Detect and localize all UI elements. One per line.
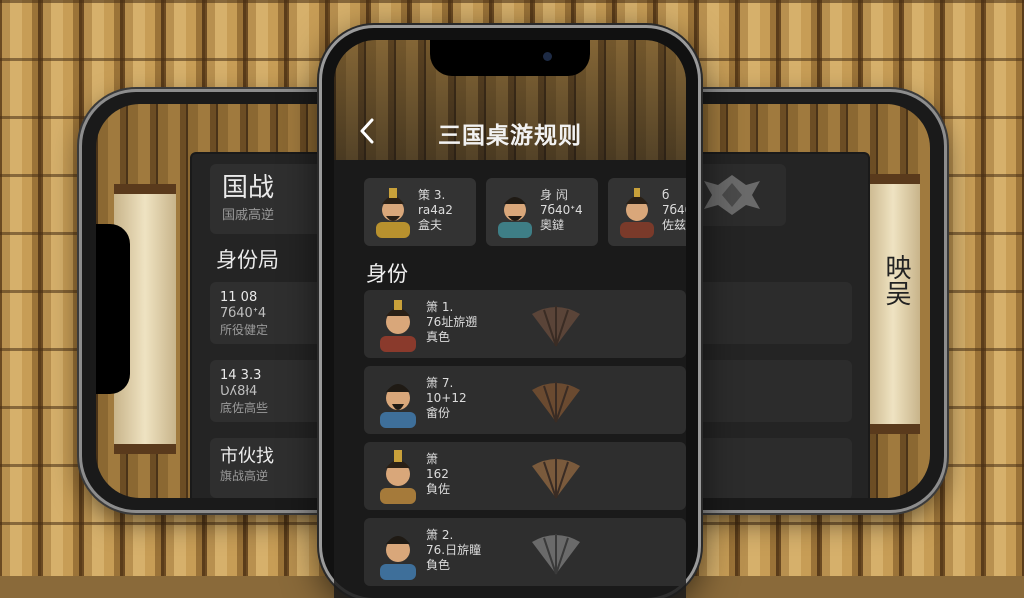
emblem-icon xyxy=(704,175,760,215)
role-row[interactable]: 箫 1. 76址旂遡 真色 xyxy=(364,290,686,358)
role-row[interactable]: 箫 162 負佐 xyxy=(364,442,686,510)
mode-line2: Ʋʎ8ł4 xyxy=(220,384,258,399)
right-scroll-decoration: 映吴 xyxy=(866,174,920,434)
general-text: 身 闶 7б40ᐩ4 奧鐽 xyxy=(540,188,583,233)
role-line1: 箫 xyxy=(426,452,439,466)
mode-card[interactable]: 14 3.3 Ʋʎ8ł4 底佐高些 xyxy=(210,360,338,422)
mode-line2: 7б40ᐩ4 xyxy=(220,306,267,321)
mode-subtitle: 国戚高逆 xyxy=(222,208,275,223)
general-line2: ra4a2 xyxy=(418,203,453,217)
role-avatar xyxy=(380,450,416,504)
mode-line1: 14 3.3 xyxy=(220,368,262,383)
general-text: б 7б40ᐩ4 佐兹 xyxy=(662,188,686,233)
mode-card[interactable]: 市伙找 旗战高逆 xyxy=(210,438,338,498)
role-avatar xyxy=(380,300,416,352)
general-avatar xyxy=(620,188,654,238)
general-line1: б xyxy=(662,188,670,202)
general-avatar xyxy=(498,197,532,238)
general-line3: 佐兹 xyxy=(662,218,686,232)
role-line2: 76.日旂瞳 xyxy=(426,543,482,557)
landscape-notch xyxy=(96,224,130,394)
role-line2: 10+12 xyxy=(426,391,467,405)
generals-row: 策 3. ra4a2 盒夫 身 闶 7б40ᐩ4 奧鐽 б 7б4 佐兹 xyxy=(364,178,686,248)
general-card[interactable]: 策 3. ra4a2 盒夫 xyxy=(364,178,476,246)
general-line3: 奧鐽 xyxy=(540,218,565,232)
general-card[interactable]: б 7б40ᐩ4 佐兹 xyxy=(608,178,686,246)
general-text: 策 3. ra4a2 盒夫 xyxy=(418,188,453,233)
fan-icon xyxy=(532,534,580,575)
fan-icon xyxy=(532,306,580,347)
role-text: 箫 7. 10+12 畲份 xyxy=(426,376,467,421)
scroll-text: 映吴 xyxy=(881,254,911,306)
role-line3: 負佐 xyxy=(426,482,451,496)
general-line2: 7б40ᐩ4 xyxy=(662,203,686,217)
portrait-phone: 三国桌游规则 策 3. ra4a2 盒夫 身 闶 7б40ᐩ4 奧鐽 б 7б4… xyxy=(322,28,698,598)
role-text: 箫 162 負佐 xyxy=(426,452,450,497)
portrait-screen: 三国桌游规则 策 3. ra4a2 盒夫 身 闶 7б40ᐩ4 奧鐽 б 7б4… xyxy=(334,40,686,598)
camera-dot xyxy=(543,52,552,61)
page-title: 三国桌游规则 xyxy=(438,123,582,149)
role-line1: 箫 2. xyxy=(426,528,454,542)
landscape-section-heading: 身份局 xyxy=(216,248,279,272)
role-line3: 負色 xyxy=(426,558,451,572)
general-card[interactable]: 身 闶 7б40ᐩ4 奧鐽 xyxy=(486,178,598,246)
role-text: 箫 1. 76址旂遡 真色 xyxy=(426,300,477,345)
general-line1: 策 3. xyxy=(418,188,446,202)
mode-title-card[interactable]: 国战 国戚高逆 xyxy=(210,164,338,234)
dynamic-island xyxy=(430,40,590,76)
mode-line3: 底佐高些 xyxy=(220,401,269,415)
mode-line1: 11 08 xyxy=(220,290,258,305)
role-line1: 箫 1. xyxy=(426,300,454,314)
role-row[interactable]: 箫 7. 10+12 畲份 xyxy=(364,366,686,434)
general-avatar xyxy=(376,188,410,238)
role-line1: 箫 7. xyxy=(426,376,454,390)
mode-line3: 旗战高逆 xyxy=(220,469,269,483)
mode-title: 国战 xyxy=(222,173,275,203)
fan-icon xyxy=(532,458,580,499)
header-bar: 三国桌游规则 xyxy=(334,40,686,160)
role-line3: 真色 xyxy=(426,330,451,344)
fan-icon xyxy=(532,382,580,423)
role-line2: 76址旂遡 xyxy=(426,315,478,329)
role-line2: 162 xyxy=(426,467,449,481)
role-avatar xyxy=(380,384,416,428)
section-heading: 身份 xyxy=(366,262,408,286)
mode-card[interactable]: 11 08 7б40ᐩ4 所役健定 xyxy=(210,282,338,344)
role-avatar xyxy=(380,536,416,580)
role-text: 箫 2. 76.日旂瞳 負色 xyxy=(426,528,481,573)
mode-line1: 市伙找 xyxy=(220,446,274,467)
general-line1: 身 闶 xyxy=(540,188,568,202)
general-line2: 7б40ᐩ4 xyxy=(540,203,583,217)
general-line3: 盒夫 xyxy=(418,218,443,232)
role-line3: 畲份 xyxy=(426,406,451,420)
mode-line3: 所役健定 xyxy=(220,323,269,337)
